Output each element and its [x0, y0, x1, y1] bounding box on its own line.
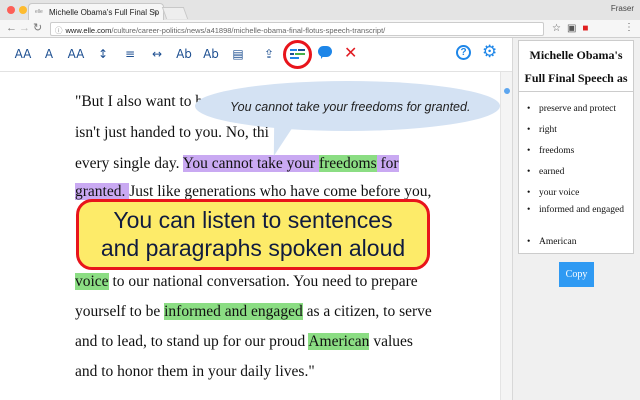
- side-panel-title: Michelle Obama's Full Final Speech as: [518, 44, 634, 90]
- close-reader-icon[interactable]: ✕: [344, 43, 357, 62]
- text-segment: values: [369, 333, 413, 350]
- article-line: voice to our national conversation. You …: [75, 272, 418, 292]
- font-size-increase-icon[interactable]: A: [40, 46, 58, 62]
- syllables-icon[interactable]: Ab: [175, 46, 193, 62]
- keyword-label: preserve and protect: [539, 104, 617, 114]
- keyword-label: informed and engaged: [539, 205, 624, 215]
- close-window-button[interactable]: [7, 6, 15, 14]
- letter-spacing-icon[interactable]: ↔: [148, 46, 166, 62]
- keyword-list-item[interactable]: right: [527, 124, 628, 136]
- text-segment: to our national conversation. You need t…: [108, 273, 418, 290]
- tab-title: Michelle Obama's Full Final Sp: [49, 8, 160, 17]
- page-info-icon[interactable]: ⓘ: [55, 26, 63, 35]
- keyword-label: American: [539, 237, 577, 247]
- line-spacing-icon[interactable]: ↕: [94, 46, 112, 62]
- article-line: yourself to be informed and engaged as a…: [75, 302, 432, 322]
- url-domain: www.elle.com: [65, 26, 112, 35]
- profile-name[interactable]: Fraser: [611, 4, 634, 13]
- text-segment: isn't just handed to you. No, thi: [75, 124, 269, 141]
- tab-favicon: elle: [35, 9, 43, 15]
- keyword-list-item[interactable]: American: [527, 236, 628, 248]
- tab-close-icon[interactable]: ×: [153, 7, 158, 17]
- scrollbar-thumb[interactable]: [504, 88, 510, 94]
- side-panel-title-line-2: Full Final Speech as: [524, 71, 628, 85]
- title-bar: elle Michelle Obama's Full Final Sp × Fr…: [0, 0, 640, 20]
- highlighted-phrase[interactable]: voice: [75, 273, 109, 290]
- text-segment: as a citizen, to serve: [302, 303, 432, 320]
- callout-line-2: and paragraphs spoken aloud: [100, 235, 406, 261]
- speech-tooltip-text: You cannot take your freedoms for grante…: [230, 100, 471, 114]
- article-line: isn't just handed to you. No, thi: [75, 123, 269, 143]
- article-line: every single day. You cannot take your f…: [75, 154, 399, 174]
- scrollbar[interactable]: [500, 72, 512, 400]
- keyword-list-item[interactable]: your voice: [527, 187, 628, 199]
- navigation-bar: ← → ↻ ⓘ www.elle.com/culture/career-polit…: [0, 20, 640, 38]
- comment-icon[interactable]: [318, 46, 332, 59]
- article-line: and to honor them in your daily lives.": [75, 362, 315, 382]
- text-segment: and to lead, to stand up for our proud: [75, 333, 309, 350]
- extension-icons: ☆▣■: [552, 23, 594, 34]
- keyword-list-item[interactable]: preserve and protect: [527, 103, 628, 115]
- settings-gear-icon[interactable]: ⚙: [482, 42, 497, 62]
- highlighted-phrase[interactable]: freedoms: [318, 155, 377, 172]
- keyword-list-item[interactable]: freedoms: [527, 145, 628, 157]
- keyword-label: right: [539, 125, 557, 135]
- export-icon[interactable]: ⇪: [260, 46, 278, 62]
- keyword-list-item[interactable]: informed and engaged: [527, 204, 628, 216]
- keyword-label: your voice: [539, 188, 580, 198]
- browser-tab[interactable]: elle Michelle Obama's Full Final Sp ×: [28, 3, 164, 20]
- highlighted-phrase[interactable]: American: [308, 333, 370, 350]
- bookmark-star-icon[interactable]: ☆: [552, 23, 567, 34]
- font-style-icon[interactable]: AA: [67, 46, 85, 62]
- article-line: and to lead, to stand up for our proud A…: [75, 332, 413, 352]
- highlighted-phrase[interactable]: granted.: [75, 183, 130, 200]
- text-segment: Just like generations who have come befo…: [129, 183, 432, 200]
- reading-guide-icon[interactable]: ▤: [229, 46, 247, 62]
- help-icon[interactable]: ?: [456, 45, 471, 60]
- forward-icon[interactable]: →: [19, 22, 30, 34]
- highlighted-phrase[interactable]: You cannot take your: [182, 155, 319, 172]
- side-panel-divider: [518, 91, 634, 92]
- copy-button[interactable]: Copy: [559, 262, 594, 287]
- browser-menu-icon[interactable]: ⋮: [624, 22, 634, 33]
- highlighted-phrase[interactable]: informed and engaged: [164, 303, 303, 320]
- keyword-label: freedoms: [539, 146, 575, 156]
- address-bar[interactable]: ⓘ www.elle.com/culture/career-politics/ne…: [50, 22, 544, 36]
- feature-callout-text: You can listen to sentences and paragrap…: [76, 206, 430, 262]
- back-icon[interactable]: ←: [6, 22, 17, 34]
- browser-window: elle Michelle Obama's Full Final Sp × Fr…: [0, 0, 640, 400]
- side-panel-title-line-1: Michelle Obama's: [529, 48, 623, 62]
- url-path: /culture/career-politics/news/a41898/mic…: [111, 26, 386, 35]
- minimize-window-button[interactable]: [19, 6, 27, 14]
- paragraph-spacing-icon[interactable]: ≡: [121, 46, 139, 62]
- keyword-label: earned: [539, 167, 565, 177]
- parts-of-speech-icon[interactable]: Ab: [202, 46, 220, 62]
- font-size-decrease-icon[interactable]: AA: [14, 46, 32, 62]
- reader-extension-icon[interactable]: ■: [582, 23, 594, 34]
- new-tab-button[interactable]: [161, 7, 189, 19]
- highlighted-phrase[interactable]: for: [376, 155, 399, 172]
- text-segment: yourself to be: [75, 303, 165, 320]
- text-segment: every single day.: [75, 155, 183, 172]
- callout-line-1: You can listen to sentences: [113, 207, 393, 233]
- text-to-speech-icon[interactable]: [289, 47, 306, 61]
- extension-icon[interactable]: ▣: [567, 23, 582, 34]
- reload-icon[interactable]: ↻: [33, 22, 42, 34]
- text-segment: and to honor them in your daily lives.": [75, 363, 315, 380]
- keyword-list-item[interactable]: earned: [527, 166, 628, 178]
